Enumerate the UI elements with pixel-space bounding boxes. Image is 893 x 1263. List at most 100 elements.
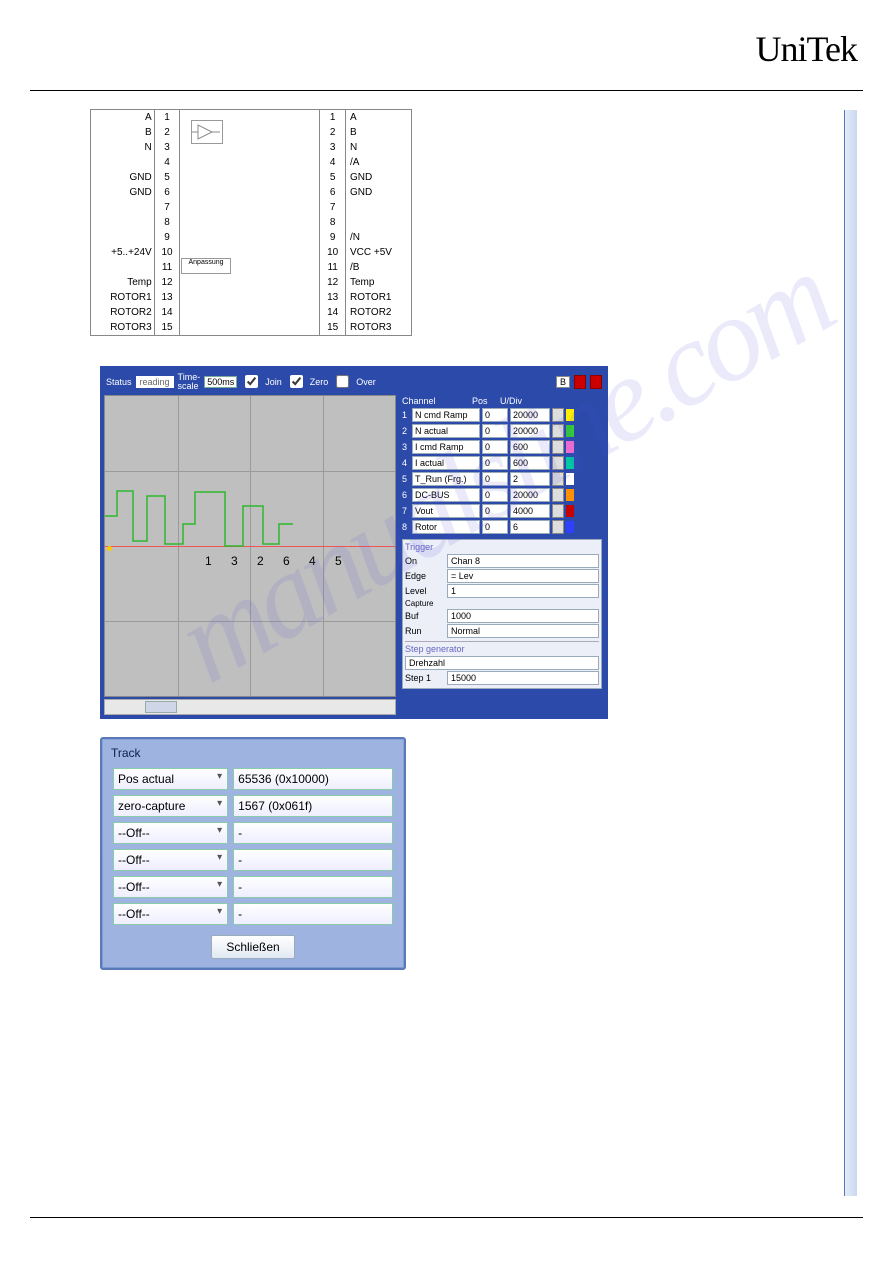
- channel-pos-input[interactable]: 0: [482, 488, 508, 502]
- channel-toggle[interactable]: [552, 440, 564, 454]
- diagram-right-pin: 15: [320, 320, 346, 335]
- track-value: 65536 (0x10000): [233, 768, 393, 790]
- channel-udiv-input[interactable]: 4000: [510, 504, 550, 518]
- channel-udiv-input[interactable]: 20000: [510, 424, 550, 438]
- status-value: reading: [136, 376, 174, 388]
- pos-header: Pos: [472, 396, 500, 406]
- track-value: -: [233, 876, 393, 898]
- diagram-left-pin: 3: [154, 140, 180, 155]
- diagram-left-label: GND: [91, 170, 154, 185]
- diagram-right-pin: 4: [320, 155, 346, 170]
- track-select[interactable]: --Off--: [113, 903, 228, 925]
- diagram-left-label: B: [91, 125, 154, 140]
- channel-udiv-input[interactable]: 6: [510, 520, 550, 534]
- diagram-left-pin: 12: [154, 275, 180, 290]
- channel-index: 7: [402, 506, 410, 516]
- diagram-left-label: ROTOR1: [91, 290, 154, 305]
- channel-index: 5: [402, 474, 410, 484]
- diagram-left-label: [91, 200, 154, 215]
- channel-toggle[interactable]: [552, 456, 564, 470]
- diagram-right-pin: 7: [320, 200, 346, 215]
- stepgen-step1-input[interactable]: 15000: [447, 671, 599, 685]
- side-gradient-bar: [844, 110, 857, 1196]
- channel-toggle[interactable]: [552, 520, 564, 534]
- channel-name-select[interactable]: T_Run (Frg.): [412, 472, 480, 486]
- trigger-level-input[interactable]: 1: [447, 584, 599, 598]
- channel-name-select[interactable]: N cmd Ramp: [412, 408, 480, 422]
- track-select[interactable]: --Off--: [113, 849, 228, 871]
- channel-color-swatch: [566, 521, 574, 533]
- stepgen-step1-label: Step 1: [405, 673, 443, 683]
- toolbar-btn-red[interactable]: [574, 375, 586, 389]
- channel-udiv-input[interactable]: 20000: [510, 488, 550, 502]
- channel-pos-input[interactable]: 0: [482, 408, 508, 422]
- diagram-right-label: ROTOR1: [346, 290, 412, 305]
- trigger-run-select[interactable]: Normal: [447, 624, 599, 638]
- divider-top: [30, 90, 863, 91]
- join-checkbox[interactable]: [245, 375, 258, 388]
- diagram-left-pin: 13: [154, 290, 180, 305]
- plot-index-labels: 1 3 2 6 4 5: [205, 554, 350, 568]
- stepgen-mode-select[interactable]: Drehzahl: [405, 656, 599, 670]
- channel-name-select[interactable]: N actual: [412, 424, 480, 438]
- over-checkbox[interactable]: [336, 375, 349, 388]
- channel-udiv-input[interactable]: 600: [510, 440, 550, 454]
- diagram-left-pin: 7: [154, 200, 180, 215]
- stepgen-title: Step generator: [405, 641, 599, 654]
- diagram-right-label: A: [346, 110, 412, 125]
- track-value: -: [233, 849, 393, 871]
- close-button[interactable]: Schließen: [211, 935, 294, 959]
- channel-udiv-input[interactable]: 600: [510, 456, 550, 470]
- channel-name-select[interactable]: Vout: [412, 504, 480, 518]
- channel-pos-input[interactable]: 0: [482, 472, 508, 486]
- toolbar-btn-red2[interactable]: [590, 375, 602, 389]
- diagram-right-pin: 3: [320, 140, 346, 155]
- channel-pos-input[interactable]: 0: [482, 504, 508, 518]
- channel-toggle[interactable]: [552, 472, 564, 486]
- channel-toggle[interactable]: [552, 408, 564, 422]
- track-select[interactable]: --Off--: [113, 822, 228, 844]
- diagram-left-pin: 6: [154, 185, 180, 200]
- diagram-left-label: ROTOR2: [91, 305, 154, 320]
- diagram-left-pin: 14: [154, 305, 180, 320]
- channel-udiv-input[interactable]: 20000: [510, 408, 550, 422]
- status-label: Status: [106, 377, 132, 387]
- connector-diagram: Anpassung A11AB22BN33N44/AGND55GNDGND66G…: [90, 109, 412, 336]
- channel-index: 4: [402, 458, 410, 468]
- toolbar-btn-b[interactable]: B: [556, 376, 570, 388]
- trigger-buf-select[interactable]: 1000: [447, 609, 599, 623]
- udiv-header: U/Div: [500, 396, 540, 406]
- plot-scrollbar[interactable]: [104, 699, 396, 715]
- track-select[interactable]: zero-capture: [113, 795, 228, 817]
- channel-name-select[interactable]: I actual: [412, 456, 480, 470]
- channel-name-select[interactable]: I cmd Ramp: [412, 440, 480, 454]
- diagram-right-pin: 11: [320, 260, 346, 275]
- diagram-right-pin: 2: [320, 125, 346, 140]
- channel-color-swatch: [566, 409, 574, 421]
- diagram-left-label: ROTOR3: [91, 320, 154, 335]
- channel-pos-input[interactable]: 0: [482, 456, 508, 470]
- diagram-left-pin: 10: [154, 245, 180, 260]
- diagram-right-pin: 14: [320, 305, 346, 320]
- diagram-left-label: N: [91, 140, 154, 155]
- channel-udiv-input[interactable]: 2: [510, 472, 550, 486]
- channel-pos-input[interactable]: 0: [482, 424, 508, 438]
- channel-toggle[interactable]: [552, 488, 564, 502]
- channel-name-select[interactable]: Rotor: [412, 520, 480, 534]
- join-label: Join: [265, 377, 282, 387]
- trigger-edge-select[interactable]: = Lev: [447, 569, 599, 583]
- channel-toggle[interactable]: [552, 504, 564, 518]
- track-select[interactable]: Pos actual: [113, 768, 228, 790]
- trigger-on-select[interactable]: Chan 8: [447, 554, 599, 568]
- track-value: -: [233, 903, 393, 925]
- diagram-right-label: [346, 200, 412, 215]
- zero-checkbox[interactable]: [290, 375, 303, 388]
- channel-toggle[interactable]: [552, 424, 564, 438]
- channel-pos-input[interactable]: 0: [482, 440, 508, 454]
- track-select[interactable]: --Off--: [113, 876, 228, 898]
- timescale-select[interactable]: 500ms: [204, 376, 237, 388]
- channel-name-select[interactable]: DC-BUS: [412, 488, 480, 502]
- channel-pos-input[interactable]: 0: [482, 520, 508, 534]
- diagram-right-label: /A: [346, 155, 412, 170]
- diagram-left-pin: 11: [154, 260, 180, 275]
